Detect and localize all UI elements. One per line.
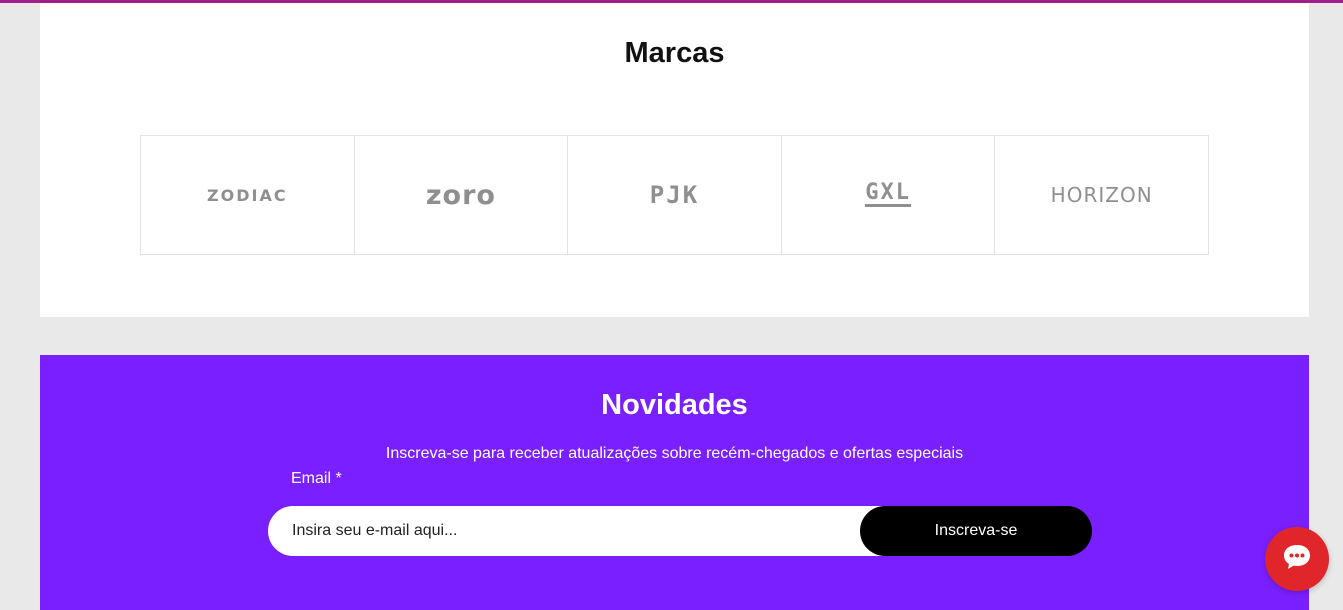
brand-logo-horizon: HORIZON: [1050, 183, 1153, 207]
brand-card-horizon[interactable]: HORIZON: [994, 135, 1209, 255]
brand-logo-zodiac: ZODIAC: [207, 185, 288, 205]
email-label: Email *: [291, 470, 342, 487]
brands-section: Marcas ZODIAC zoro PJK GXL HORIZON: [40, 3, 1309, 317]
brands-title: Marcas: [624, 37, 725, 69]
brand-card-gxl[interactable]: GXL: [780, 135, 996, 255]
chat-button[interactable]: [1265, 527, 1329, 591]
chat-bubble-icon: [1282, 543, 1312, 576]
brand-logo-gxl: GXL: [865, 180, 911, 207]
brand-logo-zoro: zoro: [425, 179, 496, 211]
email-input[interactable]: [268, 506, 908, 556]
brand-grid: ZODIAC zoro PJK GXL HORIZON: [140, 135, 1209, 255]
brand-card-zoro[interactable]: zoro: [353, 135, 569, 255]
newsletter-subtitle: Inscreva-se para receber atualizações so…: [385, 445, 964, 462]
brand-logo-pjk: PJK: [649, 181, 700, 209]
subscribe-button[interactable]: Inscreva-se: [860, 506, 1092, 556]
brand-card-zodiac[interactable]: ZODIAC: [140, 135, 355, 255]
newsletter-section: Novidades Inscreva-se para receber atual…: [40, 355, 1309, 610]
brand-card-pjk[interactable]: PJK: [567, 135, 782, 255]
newsletter-title: Novidades: [601, 389, 748, 421]
